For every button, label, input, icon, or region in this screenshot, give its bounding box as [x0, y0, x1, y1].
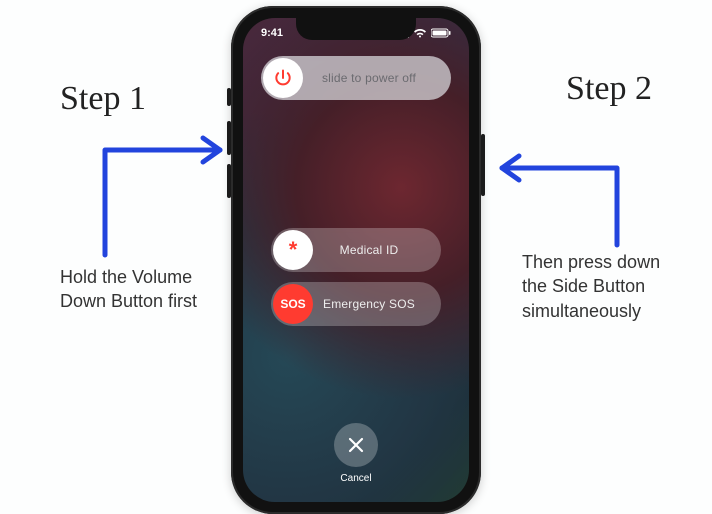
volume-down-button[interactable]: [227, 164, 231, 198]
phone-screen: 9:41 slide to power off: [243, 18, 469, 502]
notch: [296, 18, 416, 40]
cancel-label: Cancel: [340, 473, 371, 484]
medical-id-label: Medical ID: [315, 243, 441, 257]
mute-switch[interactable]: [227, 88, 231, 106]
emergency-sos-slider[interactable]: SOS Emergency SOS: [271, 282, 441, 326]
step1-title: Step 1: [60, 80, 146, 118]
status-time: 9:41: [261, 27, 283, 39]
sos-icon: SOS: [273, 284, 313, 324]
wifi-icon: [413, 28, 427, 38]
step2-title: Step 2: [566, 70, 652, 108]
power-off-label: slide to power off: [305, 71, 451, 85]
emergency-sos-knob[interactable]: SOS: [273, 284, 313, 324]
step2-arrow: [487, 120, 637, 260]
power-icon: [273, 68, 293, 88]
volume-up-button[interactable]: [227, 121, 231, 155]
close-icon: [347, 436, 365, 454]
battery-icon: [431, 28, 451, 38]
asterisk-icon: *: [289, 237, 298, 263]
side-button[interactable]: [481, 134, 485, 196]
step1-body: Hold the Volume Down Button first: [60, 265, 200, 314]
step2-body: Then press down the Side Button simultan…: [522, 250, 672, 323]
power-off-knob[interactable]: [263, 58, 303, 98]
step1-arrow: [85, 130, 235, 270]
medical-id-knob[interactable]: *: [273, 230, 313, 270]
emergency-sos-label: Emergency SOS: [315, 297, 441, 311]
medical-id-slider[interactable]: * Medical ID: [271, 228, 441, 272]
iphone-device: 9:41 slide to power off: [231, 6, 481, 514]
power-off-slider[interactable]: slide to power off: [261, 56, 451, 100]
cancel-button[interactable]: [334, 423, 378, 467]
